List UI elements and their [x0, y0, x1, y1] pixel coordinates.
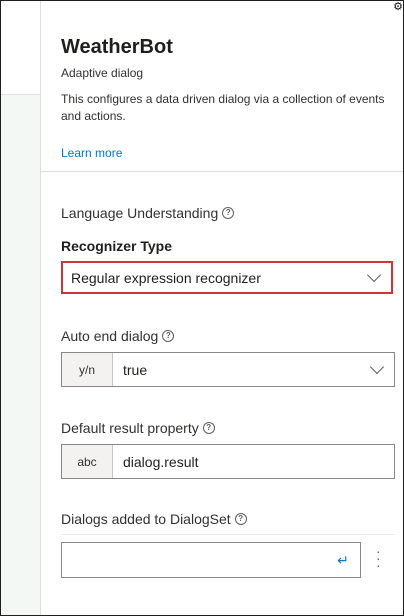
- type-badge[interactable]: y/n: [62, 353, 113, 386]
- canvas-edge: [1, 1, 40, 615]
- header-divider: [41, 171, 403, 172]
- recognizer-type-text: Recognizer Type: [61, 238, 172, 254]
- learn-more-link[interactable]: Learn more: [61, 146, 122, 160]
- help-icon[interactable]: ?: [202, 422, 215, 434]
- dialog-title: WeatherBot: [61, 36, 173, 58]
- language-understanding-text: Language Understanding: [61, 205, 219, 221]
- help-icon[interactable]: ?: [222, 207, 235, 219]
- language-understanding-label: Language Understanding ?: [61, 205, 235, 221]
- canvas-area[interactable]: [1, 95, 40, 615]
- auto-end-dialog-select[interactable]: y/n true: [61, 352, 395, 387]
- properties-panel: WeatherBot Adaptive dialog This configur…: [41, 1, 403, 615]
- more-options-icon[interactable]: · · ·: [376, 544, 381, 572]
- auto-end-dialog-value: true: [123, 361, 148, 378]
- dialog-description: This configures a data driven dialog via…: [61, 92, 385, 123]
- auto-end-dialog-label: Auto end dialog ?: [61, 328, 175, 344]
- default-result-property-value[interactable]: dialog.result: [113, 445, 394, 478]
- help-icon[interactable]: ?: [162, 330, 175, 342]
- auto-end-dialog-text: Auto end dialog: [61, 328, 159, 344]
- enter-icon[interactable]: ↵: [336, 553, 350, 567]
- default-result-property-input[interactable]: abc dialog.result: [61, 444, 395, 479]
- recognizer-type-value: Regular expression recognizer: [71, 269, 261, 286]
- dialogs-added-input[interactable]: ↵: [61, 542, 361, 578]
- dialog-subtitle: Adaptive dialog: [61, 66, 144, 80]
- type-badge[interactable]: abc: [62, 445, 113, 478]
- dialogs-added-text: Dialogs added to DialogSet: [61, 511, 231, 527]
- default-result-property-label: Default result property ?: [61, 420, 215, 436]
- window-frame: ⚙ WeatherBot Adaptive dialog This config…: [0, 0, 404, 616]
- list-divider: [61, 534, 395, 535]
- recognizer-type-label: Recognizer Type: [61, 238, 172, 254]
- chevron-down-icon: [366, 267, 382, 283]
- recognizer-type-dropdown[interactable]: Regular expression recognizer: [61, 261, 393, 294]
- default-result-property-text: Default result property: [61, 420, 199, 436]
- help-icon[interactable]: ?: [234, 513, 247, 525]
- chevron-down-icon: [369, 359, 385, 375]
- canvas-header: [1, 1, 40, 95]
- dialogs-added-label: Dialogs added to DialogSet ?: [61, 511, 247, 527]
